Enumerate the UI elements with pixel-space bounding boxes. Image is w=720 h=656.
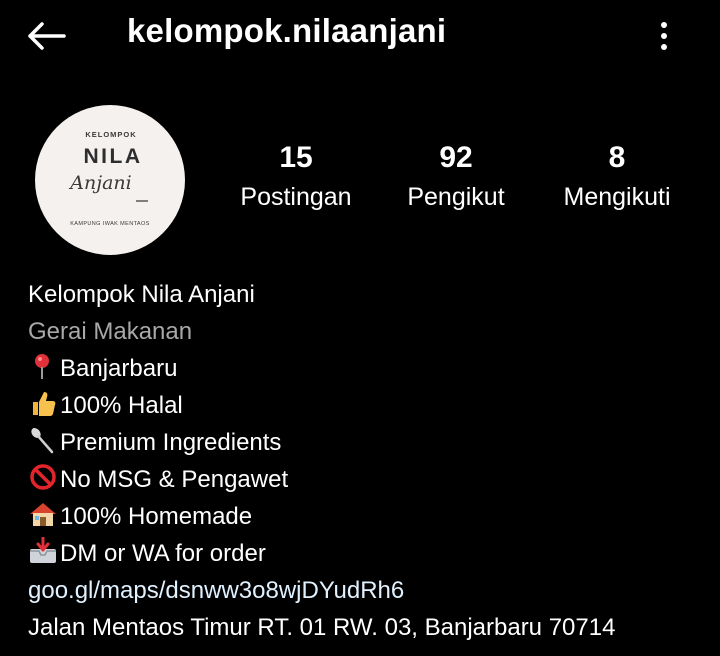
- posts-label: Postingan: [240, 183, 352, 211]
- bio-line-order: DM or WA for order: [28, 535, 708, 572]
- more-options-button[interactable]: [648, 14, 680, 58]
- posts-stat[interactable]: 15 Postingan: [236, 140, 356, 214]
- house-icon: [30, 503, 56, 526]
- bio-line-location: Banjarbaru: [28, 350, 708, 387]
- profile-bio: Kelompok Nila Anjani Gerai Makanan Banja…: [28, 276, 708, 646]
- business-address[interactable]: Jalan Mentaos Timur RT. 01 RW. 03, Banja…: [28, 609, 708, 646]
- followers-count: 92: [439, 141, 473, 174]
- thumbs-up-icon: [33, 392, 56, 416]
- inbox-tray-icon: [30, 537, 56, 563]
- logo-script-text: Anjani: [68, 172, 132, 194]
- bio-homemade-text: 100% Homemade: [60, 503, 253, 530]
- bio-ingredients-text: Premium Ingredients: [60, 429, 282, 456]
- spoon-icon: [31, 428, 54, 454]
- logo-main-text: NILA: [84, 145, 143, 168]
- bio-line-no-msg: No MSG & Pengawet: [28, 461, 708, 498]
- following-label: Mengikuti: [563, 183, 671, 211]
- pin-icon: [35, 354, 49, 379]
- bio-halal-text: 100% Halal: [60, 392, 183, 419]
- back-button[interactable]: [22, 14, 70, 58]
- profile-name: Kelompok Nila Anjani: [28, 281, 255, 308]
- bio-no-msg-text: No MSG & Pengawet: [60, 466, 289, 493]
- more-vertical-icon: [661, 22, 667, 50]
- logo-top-text: KELOMPOK: [85, 130, 136, 139]
- prohibited-icon: [30, 464, 56, 490]
- bio-link[interactable]: goo.gl/maps/dsnww3o8wjDYudRh6: [28, 572, 708, 609]
- arrow-left-icon: [28, 22, 66, 50]
- followers-label: Pengikut: [407, 183, 505, 211]
- bio-line-halal: 100% Halal: [28, 387, 708, 424]
- nila-anjani-logo: KELOMPOK NILA Anjani KAMPUNG IWAK MENTAO…: [68, 130, 150, 227]
- followers-stat[interactable]: 92 Pengikut: [400, 140, 512, 214]
- posts-count: 15: [279, 141, 313, 174]
- following-count: 8: [608, 141, 626, 174]
- top-bar: kelompok.nilaanjani: [0, 0, 720, 70]
- profile-category: Gerai Makanan: [28, 318, 193, 345]
- bio-line-ingredients: Premium Ingredients: [28, 424, 708, 461]
- bio-location-text: Banjarbaru: [60, 355, 178, 382]
- bio-line-homemade: 100% Homemade: [28, 498, 708, 535]
- profile-username: kelompok.nilaanjani: [127, 12, 447, 49]
- bio-order-text: DM or WA for order: [60, 540, 266, 567]
- profile-avatar[interactable]: KELOMPOK NILA Anjani KAMPUNG IWAK MENTAO…: [35, 105, 185, 255]
- logo-bottom-text: KAMPUNG IWAK MENTAOS: [70, 221, 150, 227]
- following-stat[interactable]: 8 Mengikuti: [554, 140, 680, 214]
